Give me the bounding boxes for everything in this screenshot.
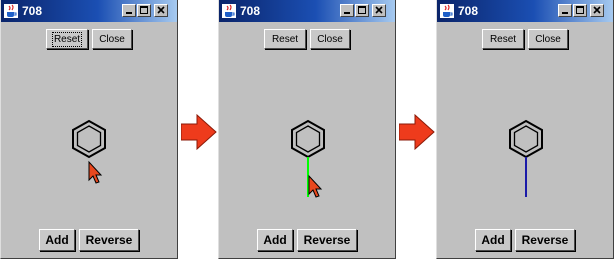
- reverse-label: Reverse: [303, 233, 351, 247]
- app-window-2: 708 Reset Close Add Reverse: [218, 0, 396, 259]
- add-label: Add: [263, 233, 287, 247]
- arrow-right-icon: [181, 114, 217, 150]
- add-button[interactable]: Add: [39, 229, 75, 251]
- add-button[interactable]: Add: [257, 229, 293, 251]
- molecule-canvas[interactable]: [1, 0, 179, 259]
- molecule-canvas[interactable]: [219, 0, 397, 259]
- arrow-right-icon: [399, 114, 435, 150]
- reverse-button[interactable]: Reverse: [297, 229, 357, 251]
- mouse-pointer-icon: [88, 160, 103, 184]
- molecule-canvas[interactable]: [437, 0, 614, 259]
- benzene-inner-ring: [513, 125, 539, 153]
- benzene-inner-ring: [295, 125, 321, 153]
- benzene-inner-ring: [76, 125, 102, 153]
- add-label: Add: [45, 233, 69, 247]
- add-button[interactable]: Add: [475, 229, 511, 251]
- reverse-button[interactable]: Reverse: [79, 229, 139, 251]
- reverse-label: Reverse: [521, 233, 569, 247]
- app-window-1: 708 Reset Close Add Reverse: [0, 0, 178, 259]
- app-window-3: 708 Reset Close Add Reverse: [436, 0, 614, 259]
- reverse-label: Reverse: [85, 233, 133, 247]
- add-label: Add: [481, 233, 505, 247]
- reverse-button[interactable]: Reverse: [515, 229, 575, 251]
- mouse-pointer-icon: [308, 174, 323, 198]
